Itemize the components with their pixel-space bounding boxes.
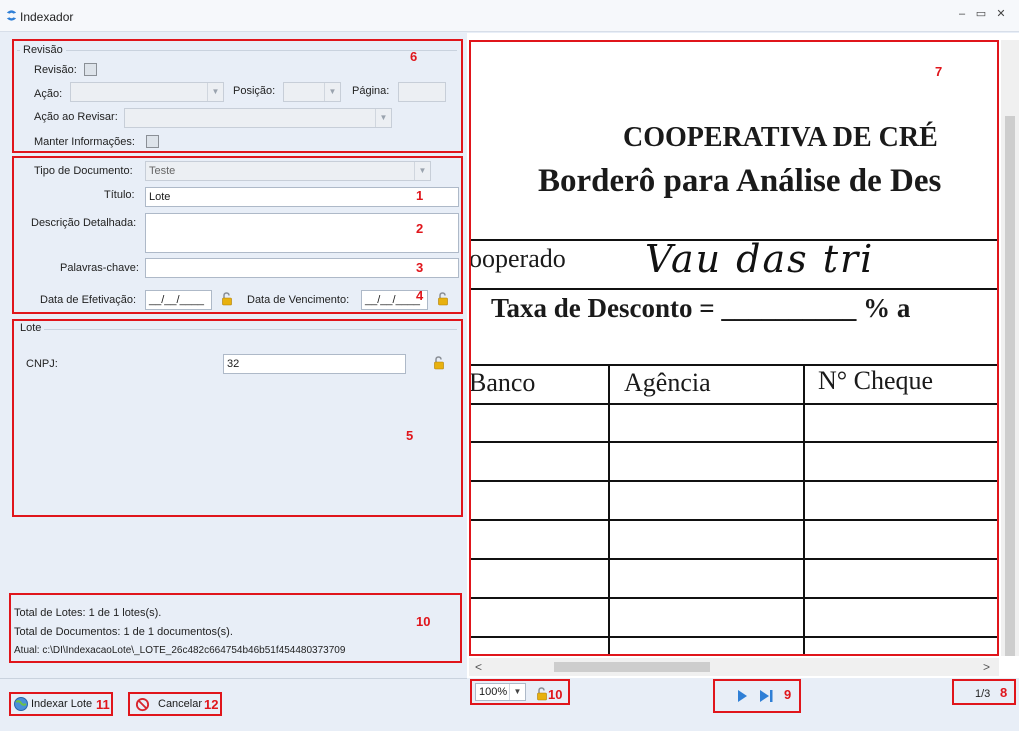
manter-checkbox[interactable] [146,135,159,148]
marker-7: 7 [935,64,943,79]
scroll-right-icon[interactable]: > [983,660,990,674]
minimize-button[interactable]: ‒ [953,6,971,22]
marker-5: 5 [406,428,414,443]
pagina-label: Página: [352,85,390,97]
lote-fieldset-line [17,329,457,330]
bottom-divider [0,678,467,679]
marker-8: 8 [1000,685,1008,700]
marker-10-totais: 10 [416,614,431,629]
titulo-input[interactable]: Lote [145,187,459,207]
total-lotes-text: Total de Lotes: 1 de 1 lotes(s). [14,607,162,619]
efetivacao-label: Data de Efetivação: [40,294,137,306]
acao-revisar-select[interactable]: ▼ [124,108,392,128]
acao-select[interactable]: ▼ [70,82,224,102]
page-counter: 1/3 [975,688,991,700]
total-documentos-text: Total de Documentos: 1 de 1 documentos(s… [14,626,233,638]
lock-open-icon[interactable] [221,292,233,306]
globe-add-icon [14,697,28,711]
lock-open-icon[interactable] [437,292,449,306]
titulo-label: Título: [104,189,135,201]
close-button[interactable]: ✕ [992,6,1010,22]
chevron-down-icon: ▼ [324,83,340,101]
marker-11: 11 [96,697,110,712]
viewer-border [469,40,999,656]
efetivacao-date-input[interactable]: __/__/____ [145,290,212,310]
app-logo-icon [6,10,17,21]
lock-open-icon[interactable] [433,356,445,370]
marker-9: 9 [784,687,792,702]
cnpj-label: CNPJ: [26,358,58,370]
revisao-checkbox[interactable] [84,63,97,76]
zoom-select[interactable]: 100% ▼ [475,683,526,701]
zoom-value: 100% [479,686,508,698]
horizontal-scrollbar[interactable]: < > [469,658,999,676]
window-title: Indexador [20,10,74,24]
tipo-documento-value: Teste [149,165,176,177]
manter-label: Manter Informações: [34,136,135,148]
marker-2: 2 [416,221,424,236]
pagina-field[interactable] [398,82,446,102]
marker-6: 6 [410,49,418,64]
posicao-label: Posição: [233,85,276,97]
acao-revisar-label: Ação ao Revisar: [34,111,118,123]
marker-10-zoom: 10 [548,687,563,702]
revisao-label: Revisão: [34,64,77,76]
acao-label: Ação: [34,88,63,100]
chevron-down-icon: ▼ [207,83,223,101]
revisao-legend: Revisão [20,44,66,56]
cancelar-label: Cancelar [158,698,203,710]
last-page-icon[interactable] [758,688,774,704]
cancel-icon [135,697,150,712]
chevron-down-icon: ▼ [375,109,391,127]
chevron-down-icon: ▼ [414,162,430,180]
posicao-select[interactable]: ▼ [283,82,341,102]
palavras-chave-label: Palavras-chave: [60,262,139,274]
palavras-chave-input[interactable] [145,258,459,278]
atual-path-text: Atual: c:\DI\IndexacaoLote\_LOTE_26c482c… [14,645,346,656]
cancelar-button[interactable]: Cancelar 12 [128,692,222,716]
descricao-textarea[interactable] [145,213,459,253]
horizontal-scroll-thumb[interactable] [554,662,710,672]
revisao-fieldset-line [17,50,457,51]
marker-4: 4 [416,288,424,303]
marker-1: 1 [416,188,424,203]
indexar-lote-button[interactable]: Indexar Lote 11 [9,692,113,716]
vertical-scrollbar[interactable] [1001,40,1019,656]
marker-3: 3 [416,260,424,275]
tipo-documento-label: Tipo de Documento: [34,165,133,177]
chevron-down-icon: ▼ [509,684,525,700]
next-page-icon[interactable] [735,688,749,704]
vertical-scroll-thumb[interactable] [1005,116,1015,656]
scroll-left-icon[interactable]: < [475,660,482,674]
marker-12: 12 [204,697,219,712]
cnpj-input[interactable]: 32 [223,354,406,374]
title-bar: Indexador ‒ ▭ ✕ [0,0,1019,32]
tipo-documento-select[interactable]: Teste ▼ [145,161,431,181]
lote-legend: Lote [17,322,45,334]
lock-open-icon[interactable] [536,687,548,701]
descricao-label: Descrição Detalhada: [31,217,137,229]
maximize-button[interactable]: ▭ [972,6,990,22]
indexar-lote-label: Indexar Lote [31,698,93,710]
vencimento-label: Data de Vencimento: [247,294,350,306]
lote-section [12,319,463,517]
